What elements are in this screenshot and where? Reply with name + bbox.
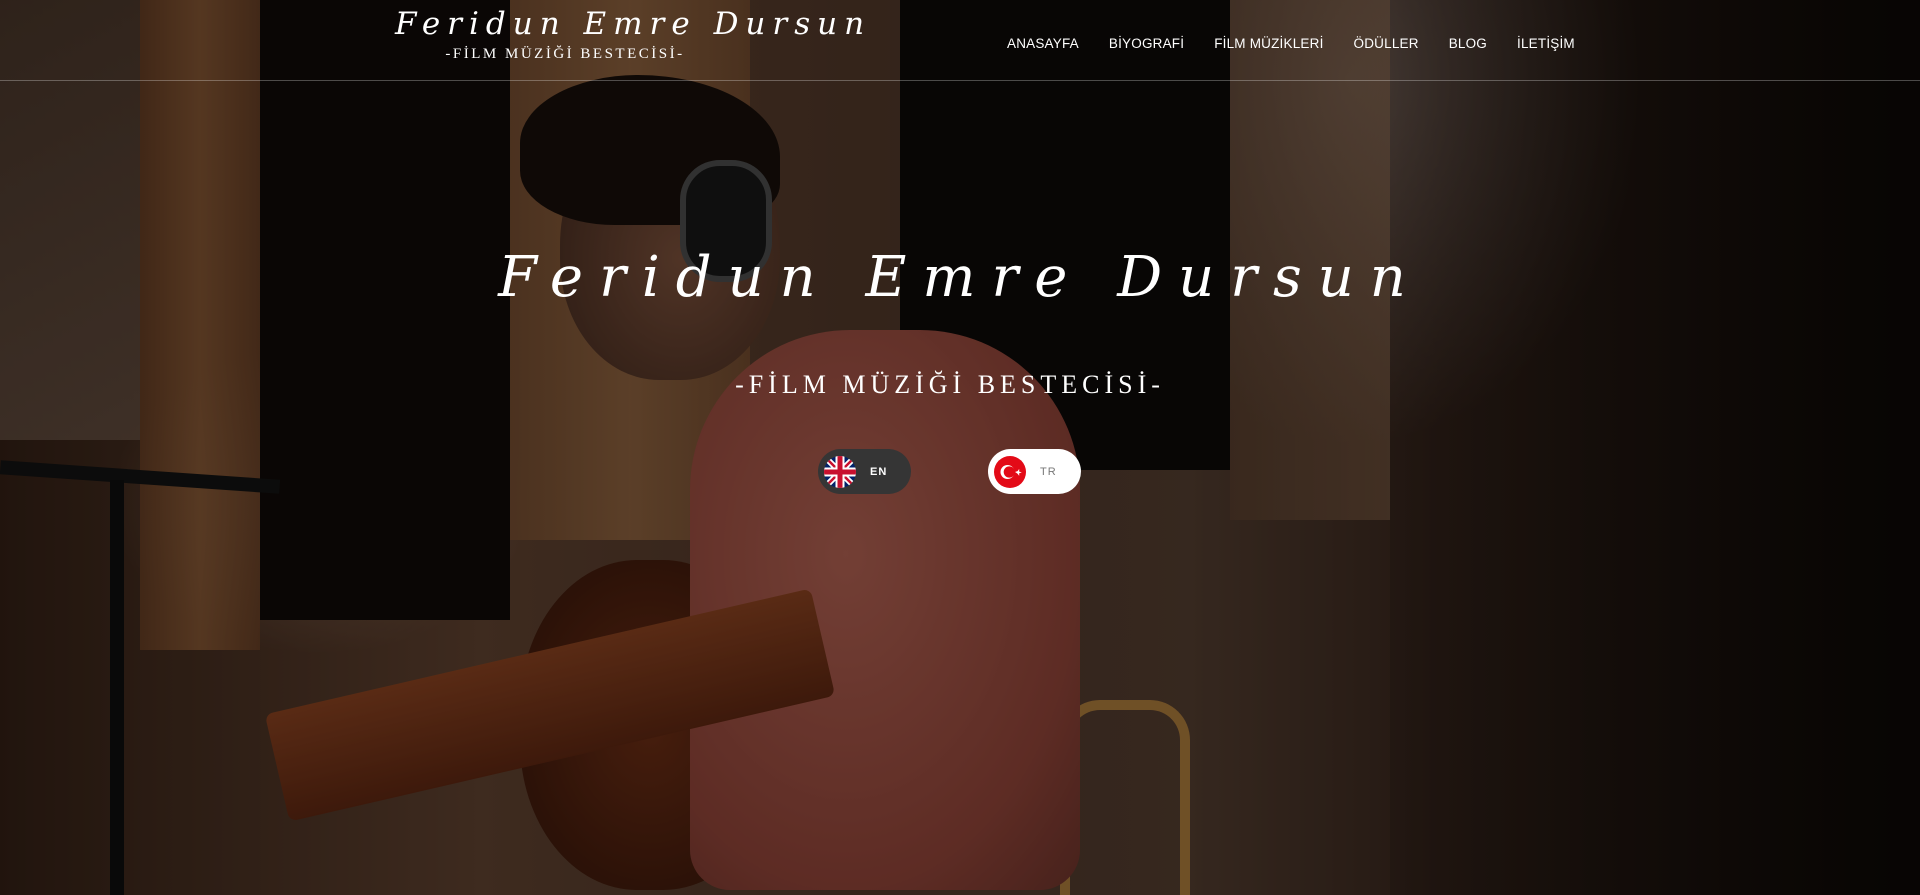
- nav-item-film-muzikleri[interactable]: FİLM MÜZİKLERİ: [1214, 36, 1323, 51]
- nav-item-biyografi[interactable]: BİYOGRAFİ: [1109, 36, 1184, 51]
- main-nav: ANASAYFA BİYOGRAFİ FİLM MÜZİKLERİ ÖDÜLLE…: [1007, 36, 1575, 51]
- language-label-tr: TR: [1040, 465, 1057, 478]
- turkey-flag-icon: [994, 455, 1026, 488]
- hero-title: Feridun Emre Dursun: [498, 245, 1422, 310]
- language-button-en[interactable]: EN: [818, 449, 911, 494]
- language-label-en: EN: [870, 465, 888, 478]
- site-header: Feridun Emre Dursun -FİLM MÜZİĞİ BESTECİ…: [0, 0, 1920, 81]
- nav-item-iletisim[interactable]: İLETİŞİM: [1517, 36, 1575, 51]
- hero-subtitle: -FİLM MÜZİĞİ BESTECİSİ-: [735, 370, 1165, 399]
- logo-subtitle: -FİLM MÜZİĞİ BESTECİSİ-: [445, 46, 685, 62]
- hero-background-image: [0, 0, 1920, 895]
- nav-item-oduller[interactable]: ÖDÜLLER: [1354, 36, 1419, 51]
- uk-flag-icon: [824, 455, 856, 488]
- site-logo[interactable]: Feridun Emre Dursun -FİLM MÜZİĞİ BESTECİ…: [395, 6, 872, 63]
- nav-item-anasayfa[interactable]: ANASAYFA: [1007, 36, 1079, 51]
- language-button-tr[interactable]: TR: [988, 449, 1081, 494]
- hero-overlay: [0, 0, 1920, 895]
- nav-item-blog[interactable]: BLOG: [1449, 36, 1487, 51]
- logo-name: Feridun Emre Dursun: [395, 6, 872, 42]
